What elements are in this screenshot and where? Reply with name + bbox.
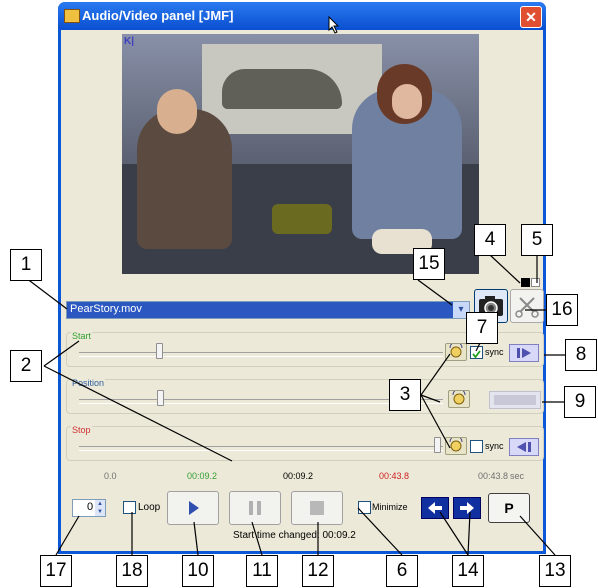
callout-7: 7: [466, 312, 498, 344]
callout-4: 4: [474, 224, 506, 256]
callout-2: 2: [10, 350, 42, 382]
callout-9: 9: [564, 386, 596, 418]
callout-17: 17: [40, 555, 72, 587]
callout-8: 8: [565, 339, 597, 371]
callout-6: 6: [386, 555, 418, 587]
callout-12: 12: [302, 555, 334, 587]
callout-5: 5: [521, 224, 553, 256]
callout-14: 14: [452, 555, 484, 587]
callout-3: 3: [389, 379, 421, 411]
callout-18: 18: [116, 555, 148, 587]
callout-16: 16: [546, 294, 578, 326]
callout-leader-lines: [25, 254, 567, 556]
callout-13: 13: [539, 555, 571, 587]
callout-15: 15: [413, 248, 445, 280]
callout-1: 1: [10, 249, 42, 281]
callout-11: 11: [246, 555, 278, 587]
callout-10: 10: [182, 555, 214, 587]
